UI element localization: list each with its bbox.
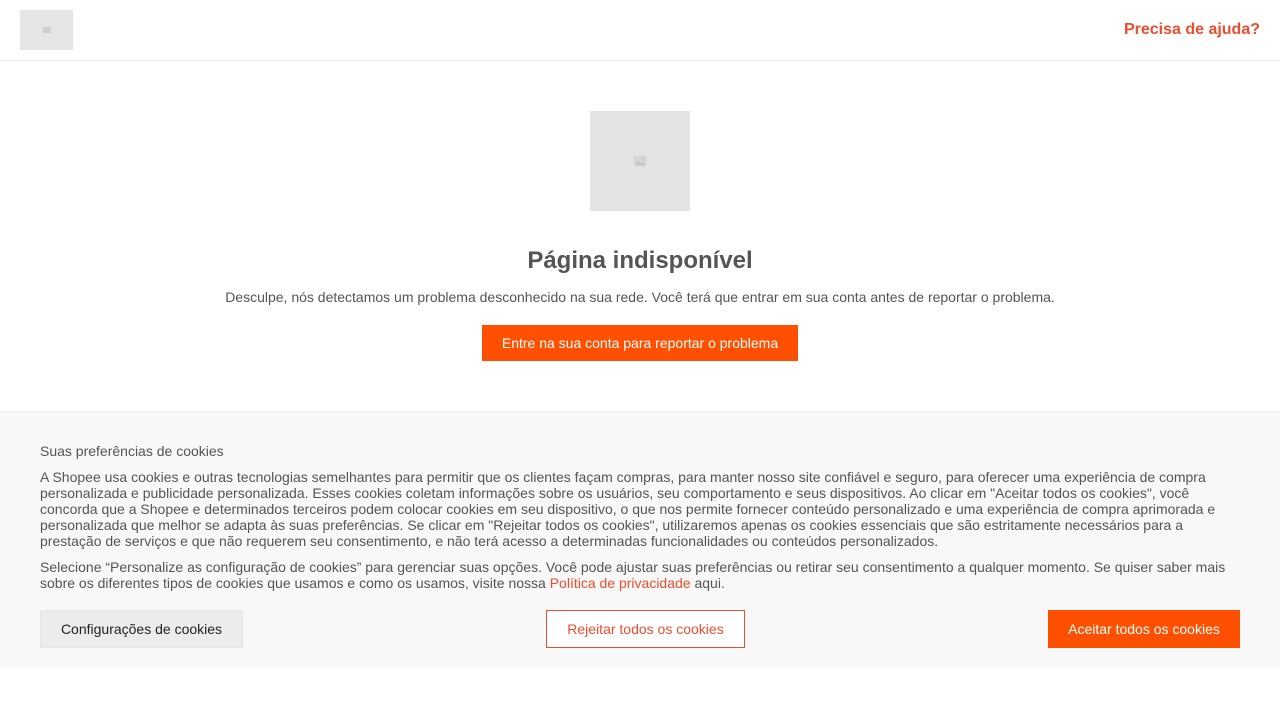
- main-content: Página indisponível Desculpe, nós detect…: [0, 61, 1280, 411]
- cookie-settings-info: Selecione “Personalize as configuração d…: [40, 559, 1240, 591]
- reject-all-cookies-button[interactable]: Rejeitar todos os cookies: [546, 610, 745, 648]
- help-link[interactable]: Precisa de ajuda?: [1124, 20, 1260, 40]
- cookie-description: A Shopee usa cookies e outras tecnologia…: [40, 469, 1216, 549]
- accept-all-cookies-button[interactable]: Aceitar todos os cookies: [1048, 610, 1240, 648]
- page-title: Página indisponível: [527, 247, 753, 274]
- login-to-report-button[interactable]: Entre na sua conta para reportar o probl…: [482, 325, 798, 361]
- logo[interactable]: [20, 10, 73, 50]
- error-image: [590, 111, 690, 211]
- page-description: Desculpe, nós detectamos um problema des…: [225, 289, 1055, 305]
- cookie-settings-info-end: aqui.: [690, 575, 725, 591]
- privacy-policy-link[interactable]: Política de privacidade: [550, 575, 691, 591]
- image-placeholder-icon: [634, 156, 646, 166]
- cookie-banner: Suas preferências de cookies A Shopee us…: [0, 411, 1280, 668]
- top-bar: Precisa de ajuda?: [0, 0, 1280, 61]
- cookie-settings-button[interactable]: Configurações de cookies: [40, 610, 243, 648]
- cookie-banner-title: Suas preferências de cookies: [40, 443, 224, 459]
- image-placeholder-icon: [42, 27, 51, 33]
